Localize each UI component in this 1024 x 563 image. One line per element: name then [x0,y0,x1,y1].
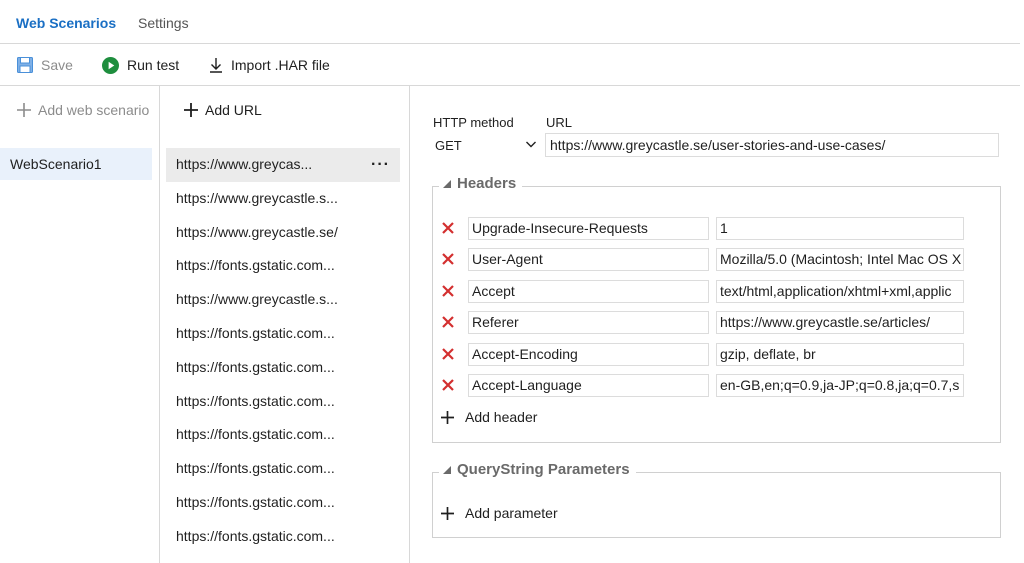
add-parameter-label: Add parameter [465,505,558,521]
header-value-input[interactable]: gzip, deflate, br [716,342,964,366]
header-name-input[interactable]: Upgrade-Insecure-Requests [468,217,709,240]
querystring-group: QueryString Parameters Add parameter [432,461,1001,538]
delete-icon[interactable] [441,251,455,267]
run-test-label: Run test [127,57,180,73]
url-list-item[interactable]: https://www.greycas... ··· [166,148,400,182]
add-web-scenario-button[interactable]: Add web scenario [17,102,149,118]
save-button[interactable]: Save [17,44,73,86]
delete-icon[interactable] [441,220,455,236]
header-value-input[interactable]: en-GB,en;q=0.9,ja-JP;q=0.8,ja;q=0.7,s [716,374,964,397]
plus-icon [17,103,31,117]
url-input[interactable]: https://www.greycastle.se/user-stories-a… [545,133,999,157]
tab-settings[interactable]: Settings [138,15,189,31]
delete-icon[interactable] [441,283,455,299]
play-icon [102,56,119,74]
url-label: URL [546,115,573,130]
url-list-item[interactable]: https://www.greycastle.s... [166,283,400,317]
url-list-item[interactable]: https://www.greycastle.s... [166,182,400,216]
add-header-button[interactable]: Add header [441,409,537,425]
url-list-item[interactable]: https://fonts.gstatic.com... [166,385,400,419]
url-list-item[interactable]: https://fonts.gstatic.com... [166,317,400,351]
url-list-item[interactable]: https://fonts.gstatic.com... [166,520,400,554]
add-url-label: Add URL [205,102,262,118]
add-url-button[interactable]: Add URL [184,102,262,118]
plus-icon [441,410,454,424]
http-method-select[interactable]: GET [433,133,541,157]
url-text: https://www.greycas... [176,156,313,172]
toolbar: Save Run test Import .HAR file [0,44,1020,86]
delete-icon[interactable] [441,346,455,362]
import-har-button[interactable]: Import .HAR file [209,44,330,86]
headers-title-text: Headers [457,175,517,192]
header-value-input[interactable]: 1 [716,217,964,240]
save-icon [17,57,33,73]
http-method-value: GET [435,137,462,153]
delete-icon[interactable] [441,314,455,330]
querystring-title-text: QueryString Parameters [457,461,630,478]
url-list-item[interactable]: https://fonts.gstatic.com... [166,351,400,385]
scenario-panel: Add web scenario WebScenario1 [0,86,160,563]
tab-web-scenarios[interactable]: Web Scenarios [16,15,116,31]
querystring-title[interactable]: QueryString Parameters [439,461,636,478]
run-test-button[interactable]: Run test [102,44,179,86]
download-icon [210,58,222,73]
add-header-label: Add header [465,409,538,425]
chevron-down-icon [526,141,536,148]
header-value-input[interactable]: text/html,application/xhtml+xml,applic [716,279,964,303]
header-name-input[interactable]: Accept [468,279,709,303]
add-parameter-button[interactable]: Add parameter [441,505,558,521]
import-har-label: Import .HAR file [231,57,330,73]
url-list-item[interactable]: https://fonts.gstatic.com... [166,486,400,520]
headers-title[interactable]: Headers [439,175,523,192]
plus-icon [441,506,454,520]
header-name-input[interactable]: User-Agent [468,248,709,272]
tab-bar: Web Scenarios Settings [0,0,1020,44]
plus-icon [184,103,198,117]
url-list-item[interactable]: https://www.greycastle.s... [166,554,400,563]
http-method-label: HTTP method [433,115,514,130]
header-name-input[interactable]: Accept-Language [468,374,709,397]
url-list-item[interactable]: https://fonts.gstatic.com... [166,452,400,486]
header-value-input[interactable]: https://www.greycastle.se/articles/ [716,311,964,335]
headers-group: Headers Upgrade-Insecure-Requests 1 User… [432,175,1001,443]
url-panel: Add URL https://www.greycas... ··· https… [160,86,410,563]
collapse-triangle-icon [443,179,451,188]
url-list: https://www.greycas... ··· https://www.g… [166,148,400,563]
url-list-item[interactable]: https://fonts.gstatic.com... [166,418,400,452]
save-label: Save [41,57,73,73]
url-list-item[interactable]: https://fonts.gstatic.com... [166,249,400,283]
add-web-scenario-label: Add web scenario [38,102,150,118]
more-options-icon[interactable]: ··· [371,148,390,182]
delete-icon[interactable] [441,377,455,393]
header-value-input[interactable]: Mozilla/5.0 (Macintosh; Intel Mac OS X [716,248,964,272]
header-name-input[interactable]: Referer [468,311,709,335]
url-list-item[interactable]: https://www.greycastle.se/ [166,216,400,250]
header-name-input[interactable]: Accept-Encoding [468,342,709,366]
scenario-item[interactable]: WebScenario1 [0,148,152,180]
collapse-triangle-icon [443,465,451,474]
